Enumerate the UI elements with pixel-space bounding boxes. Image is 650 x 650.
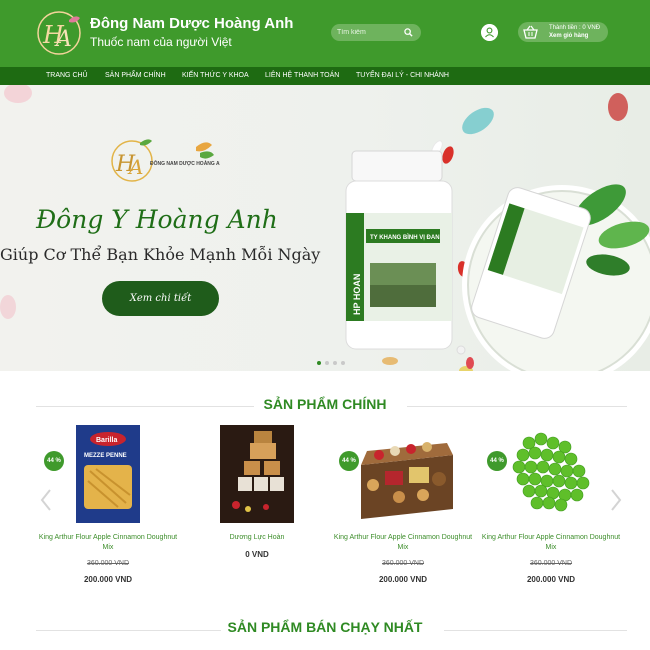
- product-price: 0 VND: [245, 550, 269, 559]
- product-name[interactable]: King Arthur Flour Apple Cinnamon Doughnu…: [333, 533, 473, 553]
- svg-text:A: A: [54, 27, 72, 52]
- nav-item-agency-recruitment[interactable]: TUYỂN ĐẠI LÝ - CHI NHÁNH: [356, 72, 449, 79]
- cart-total: Thành tiền : 0 VNĐ: [549, 25, 601, 31]
- brand-name[interactable]: Đông Nam Dược Hoàng Anh: [90, 15, 293, 32]
- slider-dot-1[interactable]: [317, 361, 321, 365]
- product-old-price: 360.000 VND: [381, 560, 425, 567]
- user-account-icon[interactable]: [481, 24, 498, 41]
- search-input[interactable]: [337, 26, 399, 39]
- hero-banner[interactable]: HP HOAN TY KHANG BÌNH VỊ ĐAN H A ĐÔNG NA…: [0, 85, 650, 371]
- slider-dot-4[interactable]: [341, 361, 345, 365]
- product-image[interactable]: [507, 425, 595, 523]
- nav-item-medical-knowledge[interactable]: KIẾN THỨC Y KHOA: [182, 72, 249, 79]
- search-icon[interactable]: [404, 28, 413, 37]
- search-box[interactable]: [331, 24, 421, 41]
- nav-item-products[interactable]: SẢN PHẨM CHÍNH: [105, 72, 166, 79]
- hero-title: Đông Y Hoàng Anh: [36, 205, 278, 234]
- product-price: 200.000 VND: [83, 575, 133, 584]
- svg-text:HP HOAN: HP HOAN: [352, 274, 362, 315]
- cart-summary[interactable]: Thành tiền : 0 VNĐ Xem giỏ hàng: [518, 22, 608, 42]
- product-name[interactable]: King Arthur Flour Apple Cinnamon Doughnu…: [38, 533, 178, 553]
- hero-view-details-button[interactable]: Xem chi tiết: [102, 281, 219, 316]
- hero-product-bottle: HP HOAN TY KHANG BÌNH VỊ ĐAN: [345, 150, 453, 350]
- hero-product-closeup: [462, 184, 650, 371]
- product-old-price: 360.000 VND: [86, 560, 130, 567]
- brand-tagline: Thuốc nam của người Việt: [90, 35, 232, 49]
- hero-subtitle: Giúp Cơ Thể Bạn Khỏe Mạnh Mỗi Ngày: [0, 245, 321, 264]
- product-card[interactable]: 44 % King Arthur Flour Apple Cinnamon Do…: [333, 425, 473, 590]
- product-old-price: 360.000 VND: [529, 560, 573, 567]
- product-price: 200.000 VND: [526, 575, 576, 584]
- product-card[interactable]: Barilla MEZZE PENNE 44 % King Arthur Flo…: [38, 425, 178, 590]
- svg-text:ĐÔNG NAM DƯỢC HOÀNG ANH: ĐÔNG NAM DƯỢC HOÀNG ANH: [150, 159, 220, 167]
- discount-badge: 44 %: [44, 451, 64, 471]
- discount-badge: 44 %: [487, 451, 507, 471]
- site-header: H A Đông Nam Dược Hoàng Anh Thuốc nam củ…: [0, 0, 650, 67]
- product-card[interactable]: 44 % King Arthur Flour Apple Cinnamon Do…: [481, 425, 621, 590]
- svg-text:A: A: [127, 155, 143, 179]
- brand-logo[interactable]: H A: [36, 10, 82, 56]
- slider-dots: [317, 361, 347, 365]
- bestsellers-title: SẢN PHẨM BÁN CHẠY NHẤT: [227, 619, 423, 635]
- svg-text:Barilla: Barilla: [96, 437, 118, 444]
- discount-badge: 44 %: [339, 451, 359, 471]
- nav-item-home[interactable]: TRANG CHỦ: [46, 72, 88, 79]
- shopping-basket-icon: [523, 25, 538, 39]
- hero-brand-logo: H A ĐÔNG NAM DƯỢC HOÀNG ANH: [111, 139, 220, 182]
- slider-dot-3[interactable]: [333, 361, 337, 365]
- product-price: 200.000 VND: [378, 575, 428, 584]
- main-products-title: SẢN PHẨM CHÍNH: [263, 396, 387, 412]
- product-name[interactable]: King Arthur Flour Apple Cinnamon Doughnu…: [481, 533, 621, 553]
- svg-text:MEZZE PENNE: MEZZE PENNE: [84, 453, 127, 459]
- svg-text:TY KHANG BÌNH VỊ ĐAN: TY KHANG BÌNH VỊ ĐAN: [370, 233, 440, 241]
- product-image[interactable]: Barilla MEZZE PENNE: [74, 425, 142, 523]
- slider-dot-2[interactable]: [325, 361, 329, 365]
- product-name[interactable]: Dương Lực Hoàn: [187, 533, 327, 543]
- product-image[interactable]: [355, 425, 459, 523]
- product-image[interactable]: [220, 425, 294, 523]
- view-cart-link[interactable]: Xem giỏ hàng: [549, 33, 588, 39]
- nav-item-payment-contact[interactable]: LIÊN HỆ THANH TOÁN: [265, 72, 339, 79]
- main-nav: TRANG CHỦ SẢN PHẨM CHÍNH KIẾN THỨC Y KHO…: [0, 67, 650, 85]
- product-card[interactable]: Dương Lực Hoàn 0 VND: [187, 425, 327, 590]
